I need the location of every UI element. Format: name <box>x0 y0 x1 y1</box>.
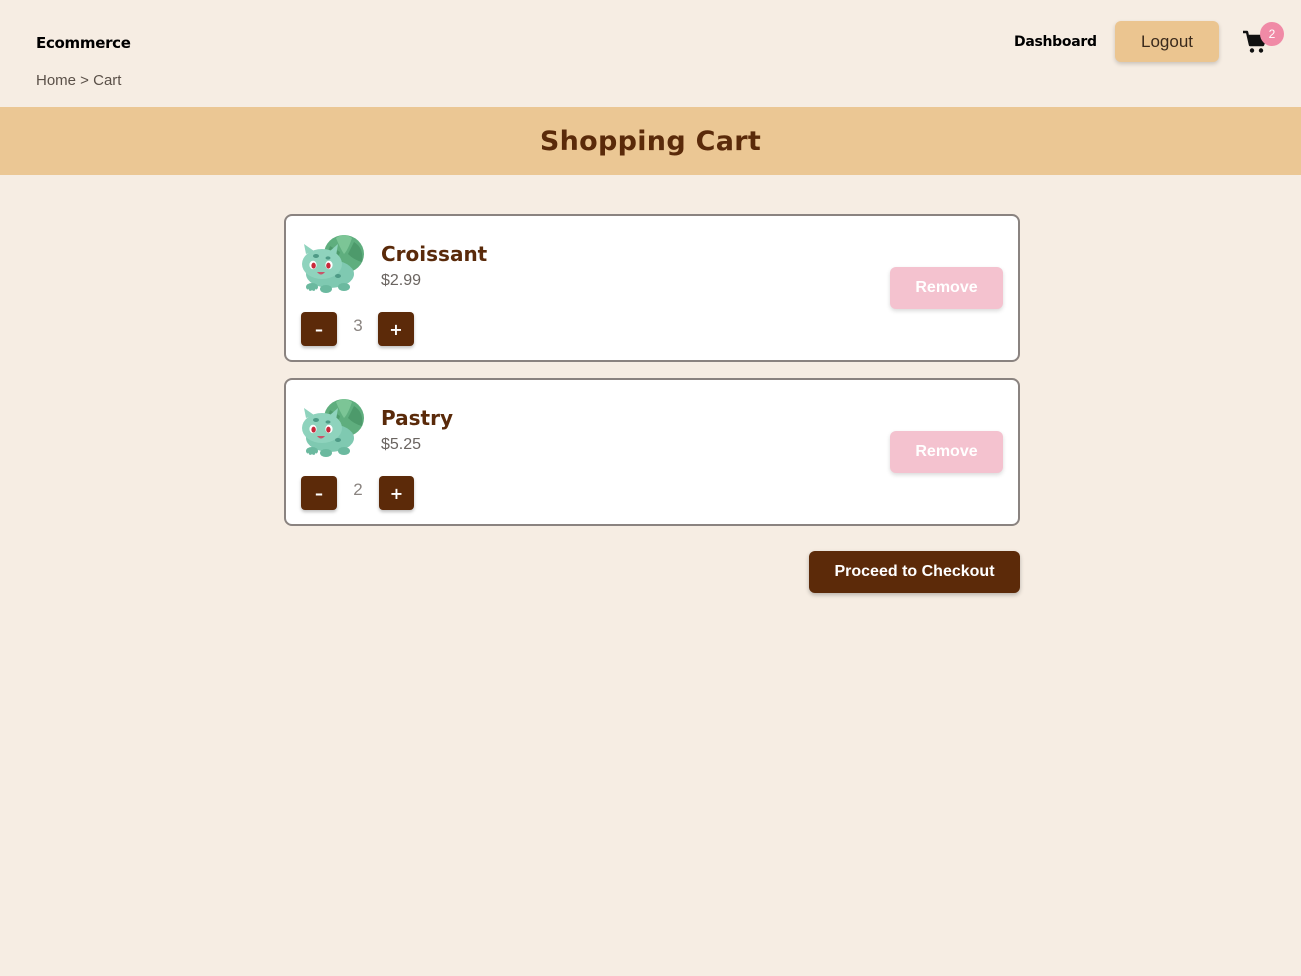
page-title: Shopping Cart <box>539 125 762 157</box>
breadcrumb-current: Cart <box>93 72 122 89</box>
product-image <box>300 396 368 458</box>
quantity-value: 2 <box>353 480 363 499</box>
increase-quantity-button[interactable]: + <box>379 476 414 510</box>
product-price: $2.99 <box>381 272 422 289</box>
remove-item-button[interactable]: Remove <box>890 267 1003 309</box>
decrease-quantity-button[interactable]: – <box>301 312 337 346</box>
cart-count-badge: 2 <box>1260 22 1284 46</box>
proceed-to-checkout-button[interactable]: Proceed to Checkout <box>809 551 1020 593</box>
top-navigation-bar: Ecommerce Home > Cart Dashboard Logout 2 <box>0 0 1301 107</box>
breadcrumb-home-link[interactable]: Home <box>36 72 76 89</box>
page-title-banner: Shopping Cart <box>0 107 1301 175</box>
decrease-quantity-button[interactable]: – <box>301 476 337 510</box>
increase-quantity-button[interactable]: + <box>378 312 414 346</box>
cart-button[interactable]: 2 <box>1242 22 1286 58</box>
brand-logo[interactable]: Ecommerce <box>36 34 131 52</box>
dashboard-link[interactable]: Dashboard <box>1014 34 1097 50</box>
cart-item: Pastry $5.25 – 2 + Remove <box>284 378 1020 526</box>
breadcrumb-separator: > <box>76 72 94 89</box>
breadcrumb: Home > Cart <box>36 72 121 89</box>
cart-item: Croissant $2.99 – 3 + Remove <box>284 214 1020 362</box>
product-name: Pastry <box>381 406 453 430</box>
product-name: Croissant <box>381 242 488 266</box>
quantity-value: 3 <box>353 316 363 335</box>
logout-button[interactable]: Logout <box>1115 21 1219 62</box>
product-image <box>300 232 368 294</box>
remove-item-button[interactable]: Remove <box>890 431 1003 473</box>
product-price: $5.25 <box>381 436 422 453</box>
